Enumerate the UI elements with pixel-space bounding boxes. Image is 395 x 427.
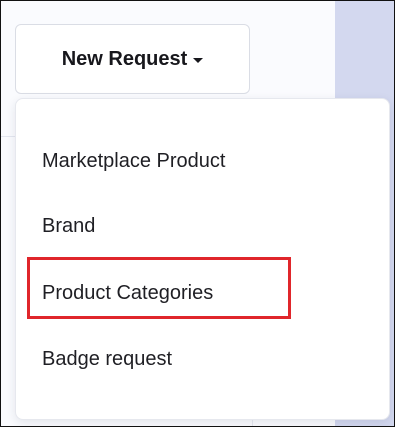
new-request-label: New Request: [61, 47, 188, 70]
new-request-dropdown-menu: Marketplace Product Brand Product Catego…: [15, 98, 390, 420]
menu-item-marketplace-product[interactable]: Marketplace Product: [42, 149, 225, 173]
menu-item-badge-request[interactable]: Badge request: [42, 347, 172, 371]
caret-down-icon: [193, 58, 204, 63]
highlight-annotation: [27, 257, 291, 319]
screenshot-frame: New Request Marketplace Product Brand Pr…: [0, 0, 395, 427]
menu-item-brand[interactable]: Brand: [42, 214, 95, 238]
new-request-button[interactable]: New Request: [15, 24, 250, 94]
divider: [1, 136, 15, 137]
